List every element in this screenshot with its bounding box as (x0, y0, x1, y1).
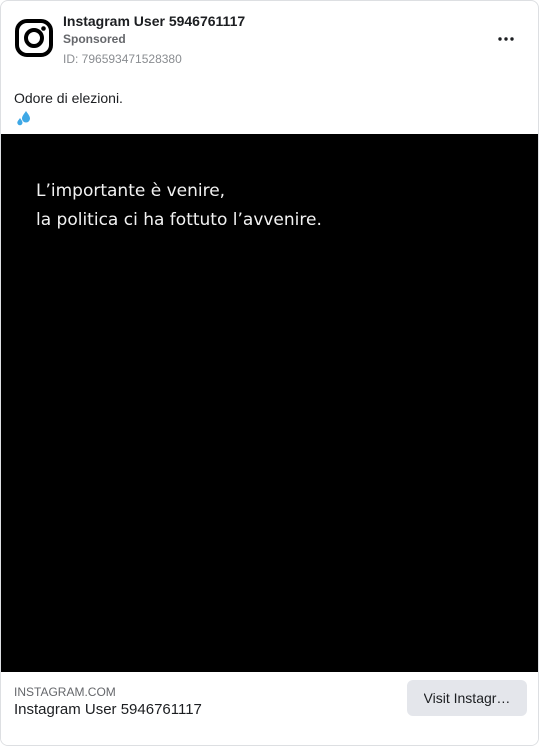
media-text-line: la politica ci ha fottuto l’avvenire. (36, 210, 322, 230)
media-text: L’importante è venire, la politica ci ha… (36, 177, 322, 235)
ad-id: ID: 796593471528380 (63, 52, 182, 66)
instagram-logo-icon[interactable] (14, 18, 54, 58)
ad-header: Instagram User 5946761117 Sponsored ID: … (1, 1, 538, 81)
media-text-line: L’importante è venire, (36, 181, 226, 201)
ad-card: Instagram User 5946761117 Sponsored ID: … (0, 0, 539, 746)
cta-label: Visit Instagr… (423, 690, 511, 706)
visit-instagram-button[interactable]: Visit Instagr… (407, 680, 527, 716)
link-title[interactable]: Instagram User 5946761117 (14, 701, 202, 718)
link-domain: INSTAGRAM.COM (14, 685, 116, 699)
sponsored-label: Sponsored (63, 32, 126, 46)
ad-footer[interactable]: INSTAGRAM.COM Instagram User 5946761117 … (1, 672, 538, 745)
sweat-droplets-icon (15, 110, 33, 126)
more-options-icon[interactable] (494, 27, 518, 51)
post-caption: Odore di elezioni. (14, 90, 123, 106)
ad-media[interactable]: L’importante è venire, la politica ci ha… (1, 134, 538, 672)
profile-name[interactable]: Instagram User 5946761117 (63, 13, 245, 29)
